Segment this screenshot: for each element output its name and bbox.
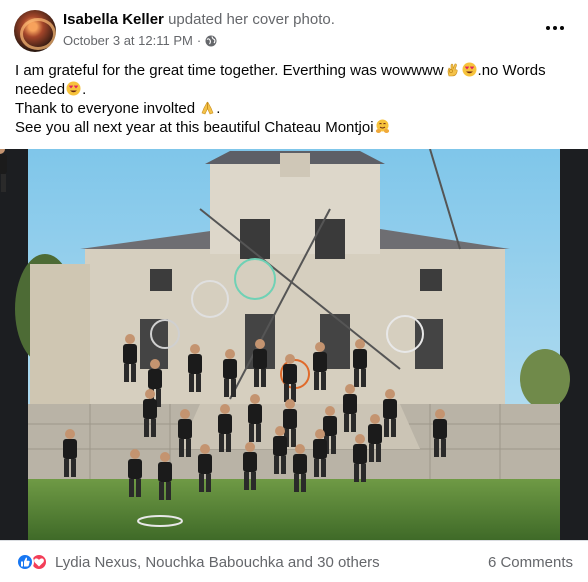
author-avatar[interactable] — [14, 10, 56, 52]
post-meta: October 3 at 12:11 PM · — [63, 33, 217, 48]
post-action: updated her cover photo. — [168, 11, 335, 28]
post-text-segment: Thank to everyone involted — [15, 100, 196, 117]
ok-hand-emoji-icon — [445, 62, 460, 77]
post-text-segment: I am grateful for the great time togethe… — [15, 62, 444, 79]
hugging-face-emoji-icon — [375, 119, 390, 134]
globe-icon[interactable] — [205, 35, 217, 47]
post-text: I am grateful for the great time togethe… — [15, 61, 575, 137]
post-header: Isabella Keller updated her cover photo.… — [0, 0, 588, 60]
like-icon — [16, 553, 34, 571]
post-text-segment: . — [216, 100, 221, 117]
heart-eyes-emoji-icon — [462, 62, 477, 77]
author-name[interactable]: Isabella Keller — [63, 11, 164, 28]
post-text-segment: .no Words — [477, 62, 546, 79]
heart-eyes-emoji-icon — [66, 81, 81, 96]
group-photo-image — [0, 149, 588, 540]
ellipsis-icon[interactable] — [544, 14, 566, 34]
post-text-line-2: needed. — [15, 80, 575, 99]
meta-separator: · — [196, 33, 202, 48]
post-footer: Lydia Nexus, Nouchka Babouchka and 30 ot… — [0, 540, 588, 582]
post-text-segment: needed — [15, 81, 66, 98]
folded-hands-emoji-icon — [200, 100, 215, 115]
post-text-segment: See you all next year at this beautiful … — [15, 119, 374, 136]
reactors-text[interactable]: Lydia Nexus, Nouchka Babouchka and 30 ot… — [55, 554, 380, 571]
post-text-segment: . — [82, 81, 87, 98]
post-timestamp[interactable]: October 3 at 12:11 PM — [63, 33, 193, 48]
cover-photo[interactable] — [0, 149, 588, 540]
reaction-summary[interactable]: Lydia Nexus, Nouchka Babouchka and 30 ot… — [16, 553, 380, 571]
post-text-line-3: Thank to everyone involted . — [15, 99, 575, 118]
post-text-line-1: I am grateful for the great time togethe… — [15, 61, 575, 80]
comments-count[interactable]: 6 Comments — [488, 554, 573, 571]
post-text-line-4: See you all next year at this beautiful … — [15, 118, 575, 137]
author-line: Isabella Keller updated her cover photo. — [63, 11, 335, 28]
